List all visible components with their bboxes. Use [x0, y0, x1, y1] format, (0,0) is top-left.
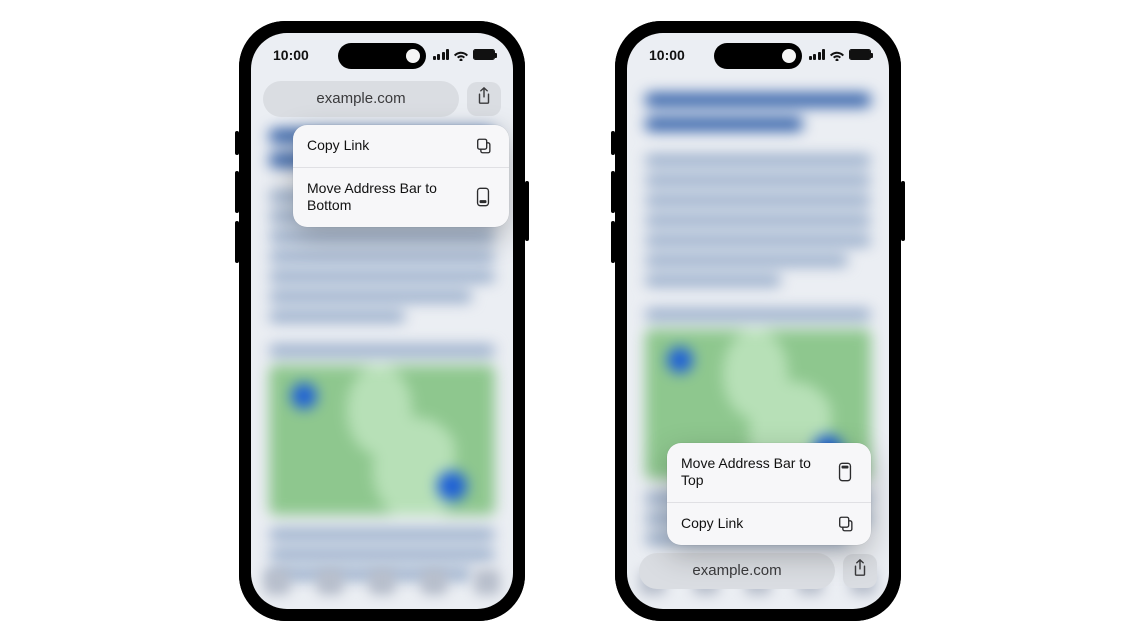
address-bar-context-menu: Move Address Bar to Top Copy Link — [667, 443, 871, 545]
share-icon — [852, 559, 868, 582]
url-text: example.com — [692, 562, 781, 579]
phone-screen: 10:00 example.com — [251, 33, 513, 609]
url-text: example.com — [316, 90, 405, 107]
phone-mockup-address-bottom: 10:00 — [615, 21, 901, 621]
phone-screen: 10:00 — [627, 33, 889, 609]
menu-item-label: Copy Link — [307, 137, 369, 155]
cellular-icon — [809, 49, 826, 60]
phone-bottom-icon — [475, 187, 495, 207]
status-time: 10:00 — [273, 47, 309, 63]
battery-icon — [849, 49, 871, 60]
menu-item-copy-link[interactable]: Copy Link — [293, 125, 509, 167]
dynamic-island — [714, 43, 802, 69]
wifi-icon — [453, 49, 469, 61]
url-field[interactable]: example.com — [263, 81, 459, 117]
menu-item-move-top[interactable]: Move Address Bar to Top — [667, 443, 871, 502]
bottom-toolbar-blurred — [251, 555, 513, 609]
menu-item-label: Move Address Bar to Top — [681, 455, 827, 490]
menu-item-copy-link[interactable]: Copy Link — [667, 502, 871, 545]
address-bar-context-menu: Copy Link Move Address Bar to Bottom — [293, 125, 509, 227]
share-icon — [476, 87, 492, 110]
status-time: 10:00 — [649, 47, 685, 63]
address-bar: example.com — [639, 553, 877, 589]
battery-icon — [473, 49, 495, 60]
wifi-icon — [829, 49, 845, 61]
address-bar: example.com — [263, 81, 501, 117]
page-content-blurred — [251, 33, 513, 609]
cellular-icon — [433, 49, 450, 60]
menu-item-move-bottom[interactable]: Move Address Bar to Bottom — [293, 167, 509, 227]
copy-icon — [475, 137, 495, 155]
menu-item-label: Move Address Bar to Bottom — [307, 180, 457, 215]
menu-item-label: Copy Link — [681, 515, 743, 533]
share-button[interactable] — [467, 82, 501, 116]
copy-icon — [837, 515, 857, 533]
share-button[interactable] — [843, 554, 877, 588]
dynamic-island — [338, 43, 426, 69]
phone-mockup-address-top: 10:00 example.com — [239, 21, 525, 621]
phone-top-icon — [837, 462, 857, 482]
url-field[interactable]: example.com — [639, 553, 835, 589]
